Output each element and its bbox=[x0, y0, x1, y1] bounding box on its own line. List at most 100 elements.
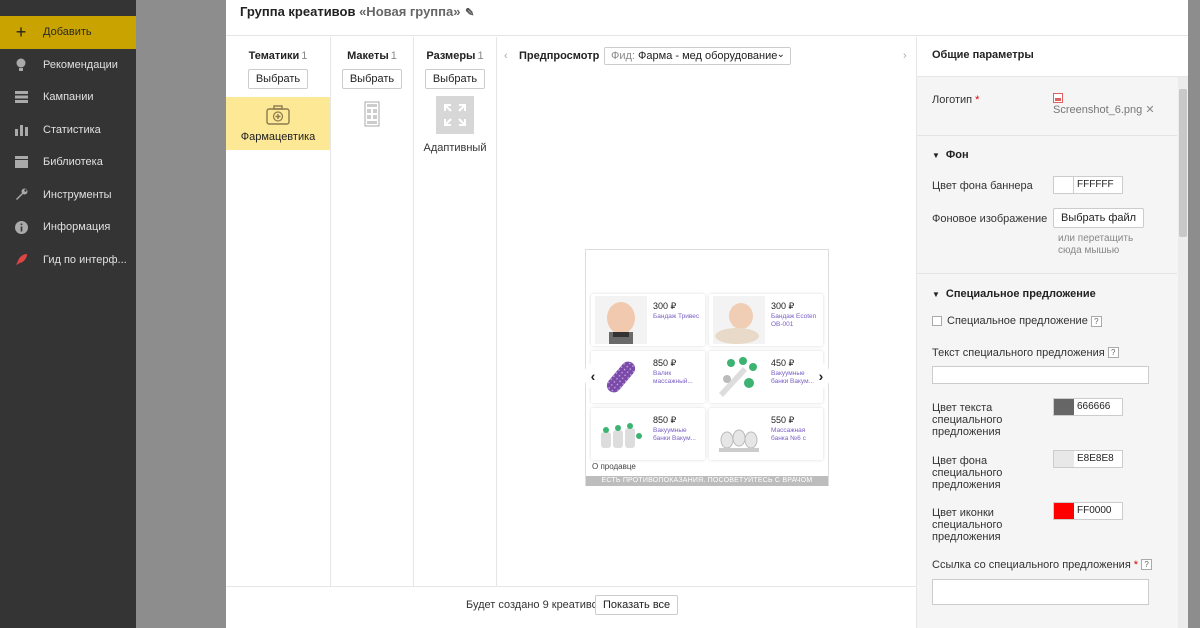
chevron-left-icon[interactable]: ‹ bbox=[504, 50, 508, 62]
help-icon[interactable]: ? bbox=[1107, 347, 1119, 358]
layout-grid-icon bbox=[364, 101, 380, 127]
info-icon bbox=[14, 220, 28, 234]
nav-item-label: Рекомендации bbox=[43, 58, 118, 71]
choose-file-button[interactable]: Выбрать файл bbox=[1053, 208, 1145, 228]
product-name: Вакуумные банки Вакум... bbox=[653, 427, 696, 442]
special-text-input[interactable] bbox=[932, 366, 1149, 384]
wrench-icon bbox=[14, 188, 28, 202]
sizes-title: Размеры bbox=[426, 50, 476, 62]
nav-item-recommendations[interactable]: Рекомендации bbox=[0, 49, 136, 82]
text-color-field[interactable]: 666666 bbox=[1053, 398, 1123, 416]
help-icon[interactable]: ? bbox=[1141, 559, 1153, 570]
special-checkbox-label: Специальное предложение bbox=[947, 315, 1088, 327]
special-bg-color-field[interactable]: E8E8E8 bbox=[1053, 450, 1123, 468]
panel-scrollbar-thumb[interactable] bbox=[1179, 89, 1187, 237]
size-label: Адаптивный bbox=[423, 142, 487, 154]
nav-item-statistics[interactable]: Статистика bbox=[0, 114, 136, 147]
product-tile[interactable]: 550 ₽ Массажная банка №6 с bbox=[709, 408, 823, 460]
modal-backdrop[interactable] bbox=[136, 0, 226, 628]
divider bbox=[917, 273, 1177, 274]
triangle-down-icon: ▼ bbox=[932, 290, 940, 299]
layouts-count: 1 bbox=[390, 50, 397, 62]
logo-file[interactable]: Screenshot_6.png ✕ bbox=[1053, 93, 1155, 116]
remove-file-icon[interactable]: ✕ bbox=[1145, 104, 1154, 116]
layout-card[interactable] bbox=[331, 101, 413, 130]
bg-color-field[interactable]: FFFFFF bbox=[1053, 176, 1123, 194]
image-file-icon bbox=[1053, 93, 1063, 103]
nav-item-label: Добавить bbox=[43, 26, 92, 39]
nav-item-label: Статистика bbox=[43, 123, 101, 136]
chevron-down-icon: ⌄ bbox=[776, 49, 785, 60]
pencil-icon[interactable]: ✎ bbox=[465, 7, 474, 19]
bg-section-toggle[interactable]: ▼ Фон bbox=[932, 149, 969, 161]
help-icon[interactable]: ? bbox=[1090, 315, 1102, 327]
color-swatch[interactable] bbox=[1054, 399, 1074, 415]
drag-hint: или перетащить сюда мышью bbox=[1058, 233, 1134, 256]
special-link-input[interactable] bbox=[932, 579, 1149, 605]
themes-choose-button[interactable]: Выбрать bbox=[247, 69, 309, 89]
chevron-right-icon[interactable]: › bbox=[903, 50, 907, 62]
product-tile[interactable]: 300 ₽ Бандаж Тривес bbox=[591, 294, 705, 346]
special-offer-checkbox-row[interactable]: Специальное предложение ? bbox=[932, 315, 1102, 327]
icon-color-field[interactable]: FF0000 bbox=[1053, 502, 1123, 520]
link-label: Ссылка со специального предложения *? bbox=[932, 559, 1153, 571]
feed-value: Фарма - мед оборудование bbox=[638, 50, 778, 62]
product-tile[interactable]: 850 ₽ Вакуумные банки Вакум... bbox=[591, 408, 705, 460]
nav-item-label: Инструменты bbox=[43, 188, 112, 201]
theme-card-pharma[interactable]: Фармацевтика bbox=[226, 97, 330, 150]
layouts-choose-button[interactable]: Выбрать bbox=[341, 69, 403, 89]
modal-title: Группа креативов bbox=[240, 4, 356, 19]
product-price: 300 ₽ bbox=[653, 301, 677, 311]
color-swatch[interactable] bbox=[1054, 503, 1074, 519]
layouts-header: Макеты 1 bbox=[331, 37, 413, 62]
nav-item-label: Библиотека bbox=[43, 156, 103, 169]
group-name: «Новая группа» bbox=[359, 4, 461, 19]
size-card-adaptive[interactable]: Адаптивный bbox=[414, 96, 496, 154]
creatives-count-text: Будет создано 9 креативов bbox=[466, 599, 604, 611]
product-price: 300 ₽ bbox=[771, 301, 795, 311]
sizes-choose-button[interactable]: Выбрать bbox=[424, 69, 486, 89]
library-icon bbox=[14, 155, 28, 169]
nav-item-guide[interactable]: Гид по интерф... bbox=[0, 244, 136, 277]
product-name: Валик массажный... bbox=[653, 370, 693, 385]
product-image bbox=[713, 410, 765, 458]
banner-next-arrow[interactable]: › bbox=[812, 363, 830, 389]
bg-color2-label: Цвет фона специального предложения bbox=[932, 455, 1003, 491]
product-image bbox=[713, 353, 765, 401]
product-tile[interactable]: 300 ₽ Бандаж Ecoten OB-001 bbox=[709, 294, 823, 346]
general-params-panel: Общие параметры Логотип * Screenshot_6.pn… bbox=[916, 37, 1188, 628]
bg-color-label: Цвет фона баннера bbox=[932, 180, 1033, 192]
divider bbox=[917, 135, 1177, 136]
banner-prev-arrow[interactable]: ‹ bbox=[584, 363, 602, 389]
layouts-column: Макеты 1 Выбрать bbox=[331, 37, 414, 586]
special-text-label: Текст специального предложения? bbox=[932, 347, 1119, 359]
checkbox[interactable] bbox=[932, 316, 942, 326]
seller-link[interactable]: О продавце bbox=[592, 462, 636, 471]
list-icon bbox=[14, 90, 28, 104]
product-image bbox=[595, 353, 647, 401]
product-tile[interactable]: 450 ₽ Вакуумные банки Вакум... bbox=[709, 351, 823, 403]
triangle-down-icon: ▼ bbox=[932, 151, 940, 160]
nav-item-info[interactable]: Информация bbox=[0, 211, 136, 244]
color-swatch[interactable] bbox=[1054, 451, 1074, 467]
themes-column: Тематики 1 Выбрать Фармацевтика bbox=[226, 37, 331, 586]
nav-item-library[interactable]: Библиотека bbox=[0, 146, 136, 179]
nav-item-campaigns[interactable]: Кампании bbox=[0, 81, 136, 114]
product-name: Массажная банка №6 с bbox=[771, 427, 806, 442]
feed-select[interactable]: Фид: Фарма - мед оборудование ⌄ bbox=[604, 47, 791, 65]
product-tile[interactable]: 850 ₽ Валик массажный... bbox=[591, 351, 705, 403]
product-image bbox=[595, 410, 647, 458]
nav-item-tools[interactable]: Инструменты bbox=[0, 179, 136, 212]
product-name: Бандаж Ecoten OB-001 bbox=[771, 313, 817, 328]
text-color-label: Цвет текста специального предложения bbox=[932, 402, 1003, 438]
icon-color-label: Цвет иконки специального предложения bbox=[932, 507, 1003, 543]
themes-count: 1 bbox=[301, 50, 308, 62]
show-all-button[interactable]: Показать все bbox=[595, 595, 679, 615]
panel-title: Общие параметры bbox=[917, 37, 1188, 77]
feed-prefix: Фид: bbox=[611, 50, 635, 62]
medkit-icon bbox=[266, 105, 290, 125]
nav-item-add[interactable]: + Добавить bbox=[0, 16, 136, 49]
modal-backdrop-right[interactable] bbox=[1188, 0, 1200, 628]
color-swatch[interactable] bbox=[1054, 177, 1074, 193]
special-section-toggle[interactable]: ▼ Специальное предложение bbox=[932, 288, 1096, 300]
